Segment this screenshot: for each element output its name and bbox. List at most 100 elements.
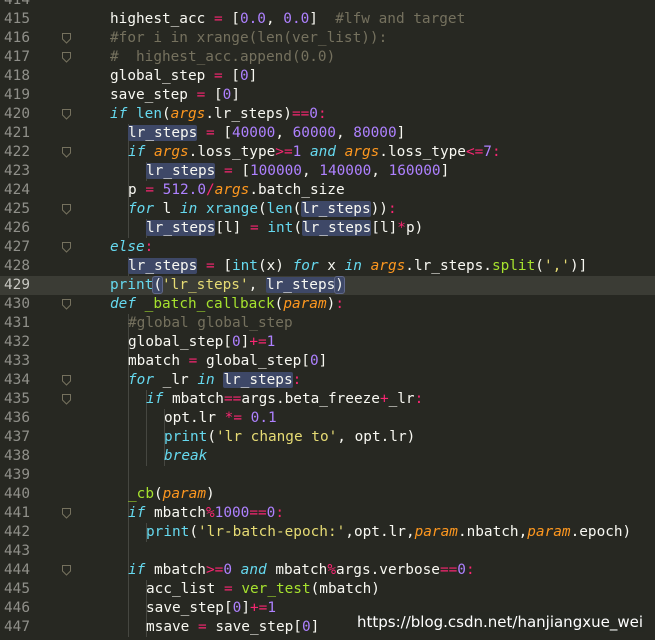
- code-line[interactable]: 420 if len(args.lr_steps)==0:: [0, 105, 655, 124]
- line-number: 425: [4, 201, 30, 217]
- code-text: #global global_step: [128, 314, 293, 333]
- code-token: mbatch: [163, 391, 224, 407]
- code-token: _batch_callback: [144, 296, 275, 312]
- code-line[interactable]: 429 print('lr_steps', lr_steps): [0, 276, 655, 295]
- code-token: l: [154, 201, 180, 217]
- code-line[interactable]: 428 lr_steps = [int(x) for x in args.lr_s…: [0, 257, 655, 276]
- code-line[interactable]: 425 for l in xrange(len(lr_steps)):: [0, 200, 655, 219]
- code-line[interactable]: 443: [0, 542, 655, 561]
- code-token: =: [205, 258, 215, 274]
- code-line[interactable]: 437 print('lr change to', opt.lr): [0, 428, 655, 447]
- code-line[interactable]: 436 opt.lr *= 0.1: [0, 409, 655, 428]
- code-line[interactable]: 440 _cb(param): [0, 485, 655, 504]
- code-line[interactable]: 431 #global global_step: [0, 314, 655, 333]
- code-token: ]: [310, 619, 320, 635]
- code-line[interactable]: 444 if mbatch>=0 and mbatch%args.verbose=…: [0, 561, 655, 580]
- code-line[interactable]: 422 if args.loss_type>=1 and args.loss_ty…: [0, 143, 655, 162]
- code-line[interactable]: 434 for _lr in lr_steps:: [0, 371, 655, 390]
- line-number: 447: [4, 619, 30, 635]
- code-line[interactable]: 424 p = 512.0/args.batch_size: [0, 181, 655, 200]
- code-token: =: [213, 68, 223, 84]
- code-token: lr_steps: [301, 201, 371, 217]
- code-token: :: [491, 144, 501, 160]
- code-line[interactable]: 426 lr_steps[l] = int(lr_steps[l]*p): [0, 219, 655, 238]
- code-token: break: [164, 448, 208, 464]
- code-token: acc_list: [146, 581, 224, 597]
- indent-guide: [128, 599, 129, 618]
- code-line[interactable]: 417 # highest_acc.append(0.0): [0, 48, 655, 67]
- code-token: param: [283, 296, 327, 312]
- code-token: highest_acc: [110, 11, 214, 27]
- line-number: 446: [4, 600, 30, 616]
- code-text: save_step[0]+=1: [146, 599, 276, 618]
- code-line[interactable]: 432 global_step[0]+=1: [0, 333, 655, 352]
- fold-marker-icon[interactable]: [62, 242, 71, 253]
- code-token: :: [465, 562, 475, 578]
- code-token: .lr_steps.: [405, 258, 492, 274]
- code-line[interactable]: 427 else:: [0, 238, 655, 257]
- code-token: _lr: [388, 391, 415, 407]
- code-token: save_step[: [146, 600, 233, 616]
- line-number: 429: [4, 277, 30, 293]
- code-line[interactable]: 433 mbatch = global_step[0]: [0, 352, 655, 371]
- line-number: 423: [4, 163, 30, 179]
- fold-marker-icon[interactable]: [62, 375, 71, 386]
- code-line[interactable]: 445 acc_list = ver_test(mbatch): [0, 580, 655, 599]
- code-token: global_step: [110, 68, 214, 84]
- code-token: [: [232, 163, 250, 179]
- fold-marker-icon[interactable]: [62, 33, 71, 44]
- code-token: x: [318, 258, 345, 274]
- code-line[interactable]: 439: [0, 466, 655, 485]
- code-line[interactable]: 442 print('lr-batch-epoch:',opt.lr,param.…: [0, 523, 655, 542]
- code-line[interactable]: 421 lr_steps = [40000, 60000, 80000]: [0, 124, 655, 143]
- code-line[interactable]: 418 global_step = [0]: [0, 67, 655, 86]
- line-number: 443: [4, 543, 30, 559]
- code-token: for: [128, 372, 154, 388]
- fold-marker-icon[interactable]: [62, 204, 71, 215]
- fold-marker-icon[interactable]: [62, 508, 71, 519]
- code-token: +: [379, 391, 389, 407]
- code-line[interactable]: 435 if mbatch==args.beta_freeze+_lr:: [0, 390, 655, 409]
- code-token: , opt.lr): [337, 429, 416, 445]
- code-token: .loss_type: [379, 144, 466, 160]
- code-token: ,: [275, 125, 293, 141]
- code-line[interactable]: 414: [0, 0, 655, 10]
- code-line[interactable]: 430 def _batch_callback(param):: [0, 295, 655, 314]
- fold-marker-icon[interactable]: [62, 565, 71, 576]
- indent-guide: [146, 428, 147, 447]
- code-line[interactable]: 416 #for i in xrange(len(ver_list)):: [0, 29, 655, 48]
- code-token: +=: [249, 600, 268, 616]
- code-token: global_step[: [197, 353, 310, 369]
- code-token: for: [292, 258, 319, 274]
- fold-marker-icon[interactable]: [62, 299, 71, 310]
- code-token: .loss_type: [188, 144, 276, 160]
- code-token: in: [180, 201, 198, 217]
- fold-marker-icon[interactable]: [62, 109, 71, 120]
- code-token: 0: [266, 505, 276, 521]
- line-number: 417: [4, 49, 30, 65]
- code-line[interactable]: 423 lr_steps = [100000, 140000, 160000]: [0, 162, 655, 181]
- code-token: int: [231, 258, 258, 274]
- code-line[interactable]: 419 save_step = [0]: [0, 86, 655, 105]
- code-text: break: [164, 447, 207, 466]
- code-token: 0.0: [239, 11, 266, 27]
- code-token: (: [257, 201, 267, 217]
- code-text: global_step = [0]: [110, 67, 257, 86]
- code-token: .epoch): [570, 524, 632, 540]
- fold-marker-icon[interactable]: [62, 147, 71, 158]
- code-text: opt.lr *= 0.1: [164, 409, 277, 428]
- code-token: ',': [543, 258, 570, 274]
- code-token: (x): [257, 258, 293, 274]
- fold-marker-icon[interactable]: [62, 394, 71, 405]
- code-line[interactable]: 441 if mbatch%1000==0:: [0, 504, 655, 523]
- code-token: 160000: [388, 163, 441, 179]
- code-text: def _batch_callback(param):: [110, 295, 344, 314]
- code-line[interactable]: 415 highest_acc = [0.0, 0.0] #lfw and tar…: [0, 10, 655, 29]
- code-line[interactable]: 438 break: [0, 447, 655, 466]
- code-token: *: [397, 220, 406, 236]
- code-editor[interactable]: 414 415 highest_acc = [0.0, 0.0] #lfw and …: [0, 0, 655, 640]
- fold-marker-icon[interactable]: [62, 52, 71, 63]
- code-text: global_step[0]+=1: [128, 333, 275, 352]
